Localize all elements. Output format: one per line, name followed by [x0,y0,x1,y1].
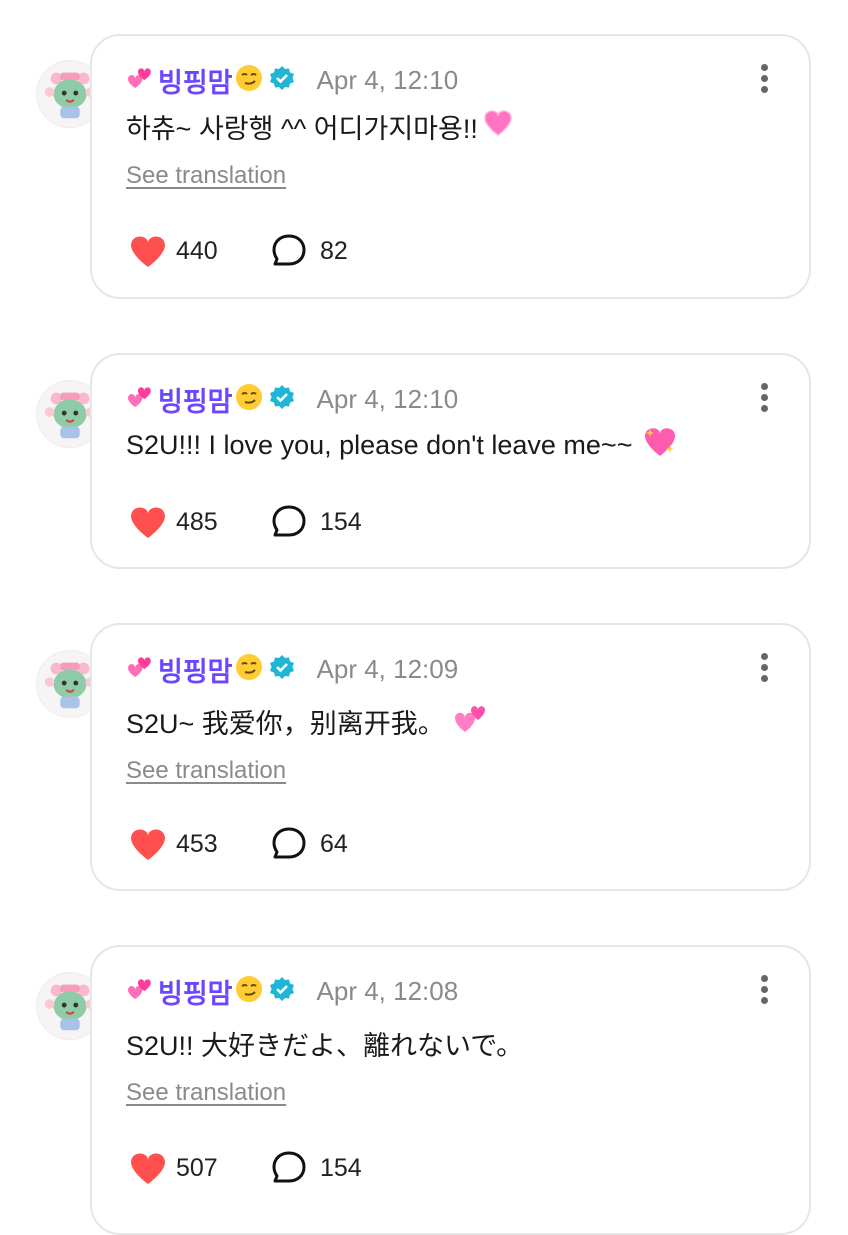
speech-bubble-icon[interactable] [270,1149,308,1187]
post-text: 하츄~ 사랑행 ^^ 어디가지마용!! [126,106,514,146]
verified-badge-icon [269,65,295,96]
post-text-content: S2U~ 我爱你，别离开我。 [126,708,445,739]
author-name[interactable]: 빙핑맘 [158,972,233,1011]
post-text: S2U~ 我爱你，别离开我。 [126,701,487,741]
post-timestamp: Apr 4, 12:08 [316,975,459,1006]
post-actions: 440 82 [128,232,348,270]
post-text: S2U!! 大好きだよ、離れないで。 [126,1023,523,1063]
more-vertical-icon[interactable] [759,975,769,1005]
more-vertical-icon[interactable] [759,383,769,413]
see-translation-link[interactable]: See translation [126,1079,286,1107]
speech-bubble-icon[interactable] [270,503,308,541]
like-count: 507 [176,1153,218,1182]
two-hearts-icon [126,64,156,97]
two-hearts-icon [126,975,156,1008]
two-hearts-icon [126,383,156,416]
smirking-face-icon [235,975,263,1008]
post-card[interactable]: 빙핑맘 Apr 4, 12:09 S2U~ 我爱你，别离开我。 See tran… [90,623,811,891]
heart-icon[interactable] [128,826,168,862]
smirking-face-icon [235,653,263,686]
post-text: S2U!!! I love you, please don't leave me… [126,425,678,465]
heart-icon[interactable] [128,504,168,540]
post-actions: 453 64 [128,825,348,863]
sparkling-heart-icon [642,425,678,466]
post-header: 빙핑맘 Apr 4, 12:10 [126,60,458,100]
two-hearts-icon [126,653,156,686]
post-header: 빙핑맘 Apr 4, 12:10 [126,379,458,419]
post-card[interactable]: 빙핑맘 Apr 4, 12:08 S2U!! 大好きだよ、離れないで。 See … [90,945,811,1235]
growing-heart-icon [482,108,514,145]
author-name[interactable]: 빙핑맘 [158,61,233,100]
post-actions: 485 154 [128,503,362,541]
post-actions: 507 154 [128,1149,362,1187]
post-card[interactable]: 빙핑맘 Apr 4, 12:10 S2U!!! I love you, plea… [90,353,811,569]
two-hearts-icon [453,702,487,741]
verified-badge-icon [269,976,295,1007]
see-translation-link[interactable]: See translation [126,162,286,190]
post-text-content: S2U!!! I love you, please don't leave me… [126,429,633,460]
like-count: 485 [176,507,218,536]
reply-count: 154 [320,507,362,536]
smirking-face-icon [235,64,263,97]
author-name[interactable]: 빙핑맘 [158,380,233,419]
post-text-content: S2U!! 大好きだよ、離れないで。 [126,1030,524,1061]
reply-count: 82 [320,236,348,265]
heart-icon[interactable] [128,233,168,269]
smirking-face-icon [235,383,263,416]
speech-bubble-icon[interactable] [270,232,308,270]
post-header: 빙핑맘 Apr 4, 12:09 [126,649,458,689]
more-vertical-icon[interactable] [759,653,769,683]
like-count: 440 [176,236,218,265]
verified-badge-icon [269,654,295,685]
heart-icon[interactable] [128,1150,168,1186]
like-count: 453 [176,829,218,858]
reply-count: 64 [320,829,348,858]
verified-badge-icon [269,384,295,415]
see-translation-link[interactable]: See translation [126,757,286,785]
speech-bubble-icon[interactable] [270,825,308,863]
post-timestamp: Apr 4, 12:10 [316,383,459,414]
post-timestamp: Apr 4, 12:09 [316,653,459,684]
reply-count: 154 [320,1153,362,1182]
author-name[interactable]: 빙핑맘 [158,650,233,689]
post-header: 빙핑맘 Apr 4, 12:08 [126,971,458,1011]
post-timestamp: Apr 4, 12:10 [316,64,459,95]
more-vertical-icon[interactable] [759,64,769,94]
post-text-content: 하츄~ 사랑행 ^^ 어디가지마용!! [126,113,478,144]
post-card[interactable]: 빙핑맘 Apr 4, 12:10 하츄~ 사랑행 ^^ 어디가지마용!! See… [90,34,811,299]
